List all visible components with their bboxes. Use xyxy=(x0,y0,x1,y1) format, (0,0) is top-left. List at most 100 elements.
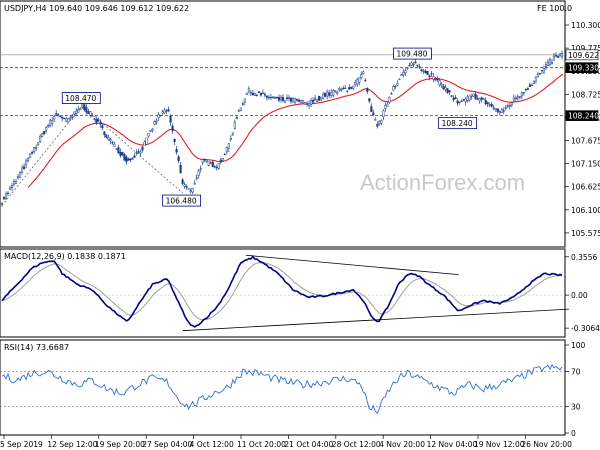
candle-body xyxy=(380,120,383,124)
candle-body xyxy=(233,121,236,129)
candle-body xyxy=(251,92,254,96)
price-y-tick-label: 107.675 xyxy=(571,137,600,146)
candle-body xyxy=(454,97,457,99)
candle-body xyxy=(99,122,102,125)
candle-body xyxy=(444,87,447,90)
candle-body xyxy=(514,97,517,100)
price-y-tick-label: 105.575 xyxy=(571,229,600,238)
candle-body xyxy=(25,160,28,166)
x-tick-label: 5 Sep 2019 xyxy=(0,440,43,449)
x-tick-label: 19 Nov 12:00 xyxy=(474,440,525,449)
price-corner-label: FE 100.0 xyxy=(537,4,572,13)
candle-body xyxy=(480,97,483,100)
candle-body xyxy=(324,92,327,97)
candle-body xyxy=(17,175,20,179)
candle-body xyxy=(504,107,507,109)
candle-body xyxy=(249,92,252,95)
candle-body xyxy=(123,154,126,161)
rsi-y-tick-label: 0 xyxy=(571,429,576,438)
candle-body xyxy=(12,181,16,185)
candle-body xyxy=(65,118,68,122)
candle-body xyxy=(360,74,363,79)
chart-root: ActionForex.com USDJPY,H4 109.640 109.64… xyxy=(0,0,600,450)
candle-body xyxy=(145,137,148,145)
candle-body xyxy=(181,179,184,184)
candle-body xyxy=(462,99,465,101)
candle-body xyxy=(287,97,291,99)
candle-body xyxy=(342,88,345,90)
candle-body xyxy=(281,97,285,101)
candle-body xyxy=(510,102,513,106)
candle-body xyxy=(15,180,18,184)
candle-body xyxy=(155,120,158,123)
candle-body xyxy=(300,99,303,103)
usdjpy-chart: ActionForex.com USDJPY,H4 109.640 109.64… xyxy=(0,0,600,449)
candle-body xyxy=(225,147,228,153)
candle-body xyxy=(191,187,194,193)
candle-body xyxy=(153,121,156,125)
candle-body xyxy=(466,96,469,101)
candle-body xyxy=(416,64,419,66)
candle-body xyxy=(450,95,453,97)
candle-body xyxy=(169,115,172,123)
candle-body xyxy=(490,104,493,107)
candle-body xyxy=(285,97,289,99)
candle-body xyxy=(432,76,435,80)
rsi-y-tick-label: 100 xyxy=(571,341,586,350)
candle-body xyxy=(19,172,22,179)
candle-body xyxy=(241,103,244,105)
candle-body xyxy=(209,162,212,164)
candle-body xyxy=(388,97,391,103)
macd-line xyxy=(1,255,563,328)
candle-body xyxy=(189,190,192,193)
price-title: USDJPY,H4 109.640 109.646 109.612 109.62… xyxy=(4,4,189,13)
candle-body xyxy=(528,84,531,87)
candle-body xyxy=(308,102,311,107)
candle-body xyxy=(211,161,214,168)
candle-body xyxy=(532,80,535,84)
candle-body xyxy=(540,70,543,72)
candle-body xyxy=(131,158,134,160)
candle-body xyxy=(291,97,295,102)
candle-body xyxy=(275,96,279,99)
candle-body xyxy=(340,89,343,91)
candle-body xyxy=(506,105,509,107)
candle-body xyxy=(127,158,130,161)
candle-body xyxy=(362,71,365,75)
candle-body xyxy=(406,67,409,69)
candle-body xyxy=(410,62,413,66)
candle-body xyxy=(366,87,369,92)
candle-body xyxy=(558,53,562,56)
candle-body xyxy=(55,113,58,115)
level-tag-0: 109.330 xyxy=(568,64,599,73)
macd-y-tick-label: -0.3064 xyxy=(571,324,600,333)
candle-body xyxy=(350,86,353,89)
candle-body xyxy=(434,79,437,81)
candle-body xyxy=(516,96,519,99)
candle-body xyxy=(179,164,182,174)
candle-body xyxy=(205,159,208,162)
candle-body xyxy=(67,118,70,123)
candle-body xyxy=(482,98,485,100)
candle-body xyxy=(334,90,337,92)
candle-body xyxy=(386,103,389,107)
candle-body xyxy=(508,105,511,107)
candle-body xyxy=(279,97,283,101)
candle-body xyxy=(223,154,226,156)
candle-body xyxy=(310,100,313,105)
candle-body xyxy=(392,86,395,91)
x-tick-label: 12 Nov 04:00 xyxy=(427,440,478,449)
candle-body xyxy=(372,112,375,116)
candle-body xyxy=(293,97,297,103)
candle-body xyxy=(298,99,301,102)
candle-body xyxy=(502,110,505,112)
candle-body xyxy=(125,156,128,163)
candle-body xyxy=(265,95,268,98)
x-tick-label: 28 Oct 12:00 xyxy=(332,440,381,449)
candle-body xyxy=(161,111,164,114)
candle-body xyxy=(318,95,321,101)
annotation-label: 106.480 xyxy=(166,197,197,206)
candle-body xyxy=(243,98,246,103)
macd-y-tick-label: 0.3556 xyxy=(571,253,597,262)
rsi-title: RSI(14) 73.6687 xyxy=(4,343,69,352)
